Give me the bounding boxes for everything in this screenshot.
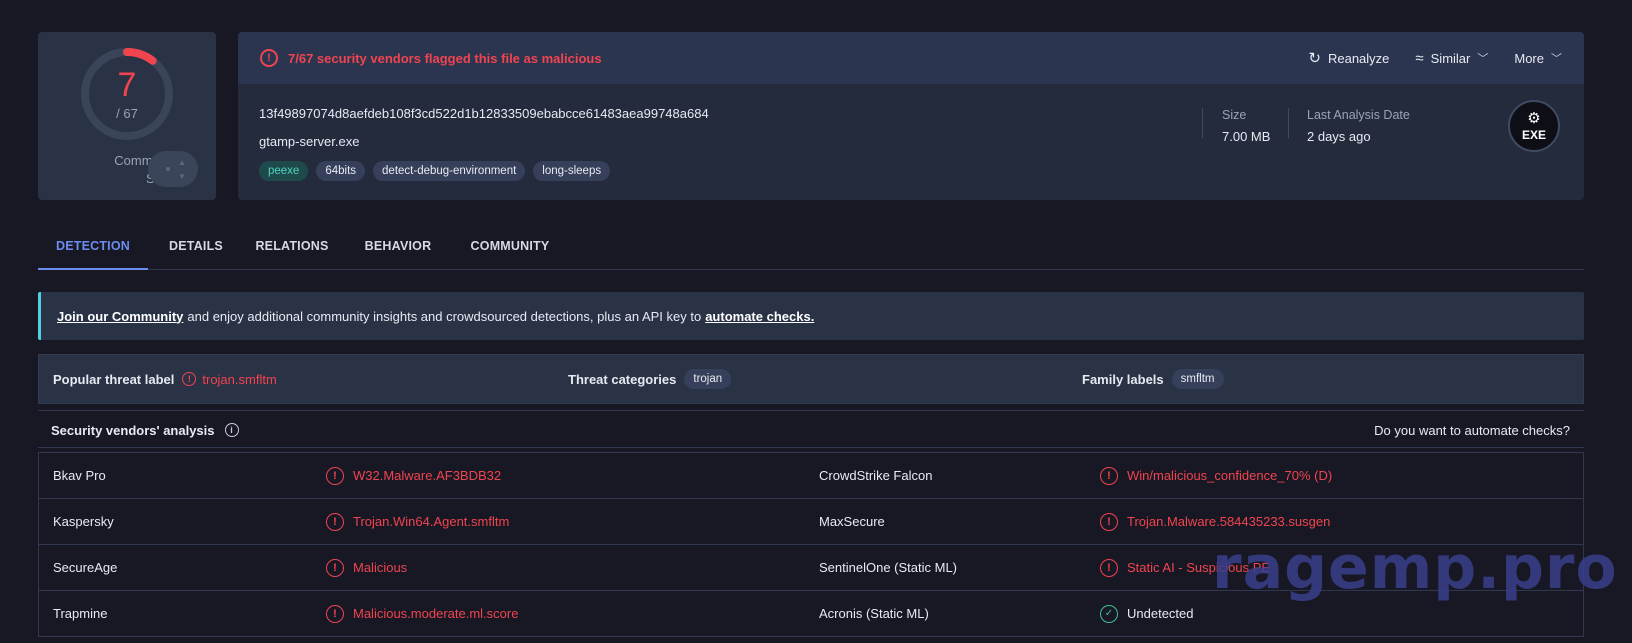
tab-details[interactable]: DETAILS	[156, 222, 236, 270]
vendors-title: Security vendors' analysis i	[51, 411, 239, 449]
alert-icon: !	[1100, 512, 1118, 531]
threat-category-tag[interactable]: trojan	[684, 369, 732, 389]
vendor-name: MaxSecure	[819, 514, 885, 529]
popular-threat-label: Popular threat label ! trojan.smfltm	[53, 371, 277, 387]
alert-icon: !	[326, 604, 344, 623]
community-vote-control[interactable]: ▲ ▼	[148, 151, 198, 187]
join-community-link[interactable]: Join our Community	[57, 309, 183, 324]
vendor-result: ! Trojan.Malware.584435233.susgen	[1100, 499, 1330, 544]
vendor-name: Bkav Pro	[53, 468, 106, 483]
file-type-badge: ⚙ EXE	[1508, 100, 1560, 152]
tag[interactable]: 64bits	[316, 161, 366, 181]
alert-icon: !	[326, 558, 344, 577]
table-row: SecureAge ! Malicious SentinelOne (Stati…	[39, 545, 1583, 591]
table-row: Bkav Pro ! W32.Malware.AF3BDB32 CrowdStr…	[39, 453, 1583, 499]
table-row: Trapmine ! Malicious.moderate.ml.score A…	[39, 591, 1583, 637]
file-hash[interactable]: 13f49897074d8aefdeb108f3cd522d1b12833509…	[259, 106, 709, 121]
report-tabs: DETECTION DETAILS RELATIONS BEHAVIOR COM…	[38, 222, 1584, 270]
file-summary-panel: ! 7/67 security vendors flagged this fil…	[238, 32, 1584, 200]
vendors-table: Bkav Pro ! W32.Malware.AF3BDB32 CrowdStr…	[38, 452, 1584, 637]
gears-icon: ⚙	[1527, 109, 1541, 127]
vendor-result: ! W32.Malware.AF3BDB32	[326, 453, 501, 498]
vendor-name: Trapmine	[53, 606, 108, 621]
vendor-result: ! Static AI - Suspicious PE	[1100, 545, 1270, 590]
vendor-name: Acronis (Static ML)	[819, 606, 929, 621]
tag[interactable]: long-sleeps	[533, 161, 611, 181]
vendor-name: CrowdStrike Falcon	[819, 468, 933, 483]
last-analysis-date: Last Analysis Date 2 days ago	[1307, 108, 1410, 144]
vendor-result: ! Malicious	[326, 545, 407, 590]
popular-threat-value[interactable]: ! trojan.smfltm	[182, 372, 277, 387]
tab-community[interactable]: COMMUNITY	[454, 222, 566, 270]
vote-dot-icon	[166, 167, 170, 171]
flag-bar: ! 7/67 security vendors flagged this fil…	[238, 32, 1584, 84]
alert-icon: !	[326, 466, 344, 485]
threat-categories: Threat categories trojan	[568, 355, 732, 403]
vendor-result: ! Trojan.Win64.Agent.smfltm	[326, 499, 509, 544]
threat-labels-bar: Popular threat label ! trojan.smfltm Thr…	[38, 354, 1584, 404]
file-tags: peexe 64bits detect-debug-environment lo…	[259, 161, 611, 181]
family-label-tag[interactable]: smfltm	[1171, 369, 1224, 389]
meta-divider	[1288, 108, 1289, 138]
detection-score-card: 7 / 67 Community Score ▲ ▼	[38, 32, 216, 200]
more-dropdown[interactable]: More ﹀	[1514, 50, 1562, 66]
automate-checks-link[interactable]: automate checks.	[705, 309, 814, 324]
vendor-result: ✓ Undetected	[1100, 591, 1194, 636]
chevron-down-icon: ﹀	[1551, 53, 1562, 65]
family-labels: Family labels smfltm	[1082, 355, 1224, 403]
vendor-name: SecureAge	[53, 560, 118, 575]
vendors-header: Security vendors' analysis i Do you want…	[38, 410, 1584, 448]
automate-checks-link[interactable]: Do you want to automate checks?	[1374, 411, 1570, 449]
detection-count: 7	[117, 66, 137, 104]
check-icon: ✓	[1100, 604, 1118, 623]
flag-message: 7/67 security vendors flagged this file …	[288, 50, 602, 66]
reanalyze-button[interactable]: ↻ Reanalyze	[1308, 49, 1389, 67]
alert-icon: !	[1100, 558, 1118, 577]
vote-up-icon[interactable]: ▲	[178, 159, 186, 167]
alert-icon: !	[182, 372, 197, 386]
vendor-name: Kaspersky	[53, 514, 114, 529]
chevron-down-icon: ﹀	[1477, 53, 1489, 65]
alert-icon: !	[1100, 466, 1118, 485]
detection-total: / 67	[116, 106, 138, 121]
vote-down-icon[interactable]: ▼	[178, 173, 186, 181]
alert-icon: !	[260, 49, 278, 67]
tab-detection[interactable]: DETECTION	[38, 222, 148, 270]
similar-dropdown[interactable]: ≈ Similar ﹀	[1415, 50, 1488, 67]
vendor-result: ! Malicious.moderate.ml.score	[326, 591, 518, 636]
community-banner: Join our Community and enjoy additional …	[38, 292, 1584, 340]
similar-icon: ≈	[1415, 49, 1424, 67]
vendor-name: SentinelOne (Static ML)	[819, 560, 958, 575]
tab-behavior[interactable]: BEHAVIOR	[352, 222, 444, 270]
tab-relations[interactable]: RELATIONS	[244, 222, 340, 270]
banner-text: and enjoy additional community insights …	[187, 308, 702, 324]
file-name: gtamp-server.exe	[259, 134, 360, 149]
tag[interactable]: detect-debug-environment	[373, 161, 526, 181]
refresh-icon: ↻	[1308, 50, 1321, 67]
table-row: Kaspersky ! Trojan.Win64.Agent.smfltm Ma…	[39, 499, 1583, 545]
info-icon[interactable]: i	[224, 423, 239, 437]
vendor-result: ! Win/malicious_confidence_70% (D)	[1100, 453, 1332, 498]
tag[interactable]: peexe	[259, 161, 309, 181]
meta-divider	[1202, 108, 1203, 138]
alert-icon: !	[326, 512, 344, 531]
file-size: Size 7.00 MB	[1222, 108, 1271, 144]
